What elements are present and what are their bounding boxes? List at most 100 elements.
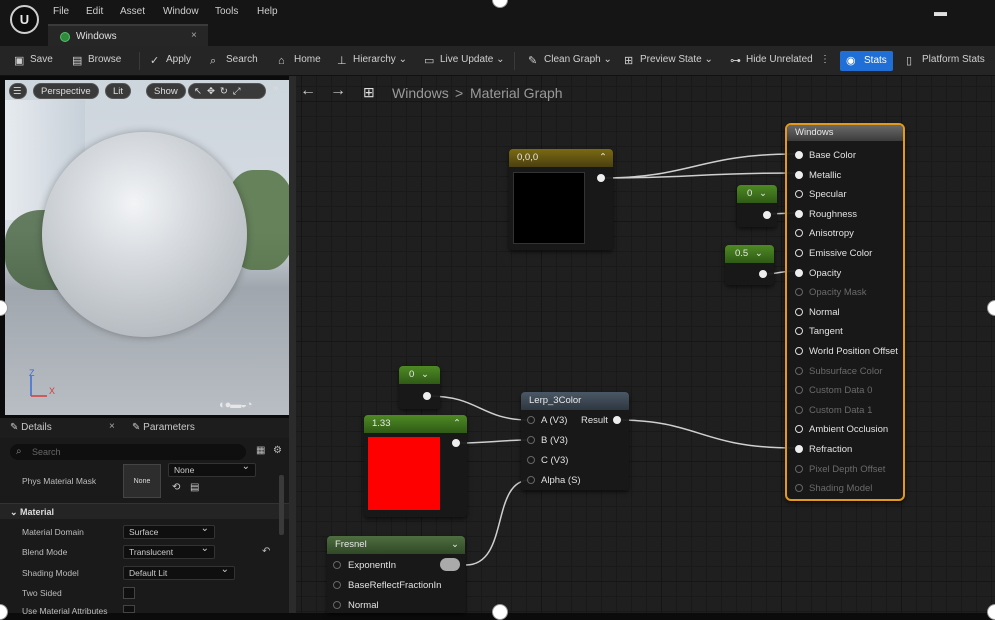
fresnel-basereflect-pin[interactable]	[333, 581, 341, 589]
tab-windows[interactable]: Windows ×	[48, 24, 208, 46]
collapse-chevron-icon[interactable]: ⌄	[451, 536, 459, 554]
reset-arrow-icon[interactable]: ⟲	[172, 482, 180, 493]
preview-viewport[interactable]: ☰ Perspective Lit Show ↖✥↻⤢ » Z X ◐●▬◒◔	[5, 80, 289, 415]
constant3vector-output-pin[interactable]	[597, 174, 605, 182]
phys-material-thumbnail[interactable]: None	[123, 464, 161, 498]
result-input-pin[interactable]	[795, 268, 803, 277]
new-window-icon[interactable]: ▬	[934, 4, 947, 19]
back-arrow-icon[interactable]: ←	[300, 82, 316, 100]
save-button[interactable]: ▣ Save	[14, 54, 53, 67]
parameters-icon: ✎	[132, 422, 144, 433]
apply-button[interactable]: ✓ Apply	[150, 54, 191, 67]
show-button[interactable]: Show	[146, 83, 186, 99]
result-input-pin[interactable]	[795, 170, 803, 179]
lerp-result-output-pin[interactable]	[613, 416, 621, 424]
lerp-input-pin-b[interactable]	[527, 436, 535, 444]
fresnel-normal-pin[interactable]	[333, 601, 341, 609]
details-tab-close[interactable]: ×	[109, 421, 115, 432]
splitter[interactable]	[289, 76, 296, 613]
material-section-header[interactable]: ⌄ Material	[0, 503, 289, 519]
material-domain-combo[interactable]: Surface	[123, 523, 215, 539]
lerp-input-pin-c[interactable]	[527, 456, 535, 464]
material-result-node[interactable]: Windows Base Color Metallic Specular Roughn…	[785, 123, 905, 501]
viewport-menu-icon[interactable]: ☰	[9, 83, 27, 99]
scalar-lerp-a-node[interactable]: 0 ⌄	[399, 366, 440, 409]
menu-window[interactable]: Window	[163, 6, 199, 17]
result-input-pin[interactable]	[795, 307, 803, 316]
result-input-pin[interactable]	[795, 425, 803, 434]
preview-state-button[interactable]: ⊞ Preview State ⌄	[624, 54, 713, 67]
more-options-icon[interactable]: ⋮	[820, 54, 830, 65]
settings-gear-icon[interactable]: ⚙	[273, 445, 282, 456]
result-input-pin[interactable]	[795, 386, 803, 395]
tab-close-button[interactable]: ×	[191, 30, 197, 41]
result-input-pin[interactable]	[795, 445, 803, 453]
menu-help[interactable]: Help	[257, 6, 278, 17]
menu-tools[interactable]: Tools	[215, 6, 238, 17]
perspective-button[interactable]: Perspective	[33, 83, 99, 99]
clean-graph-button[interactable]: ✎ Clean Graph ⌄	[528, 54, 612, 67]
use-material-attributes-checkbox[interactable]	[123, 605, 135, 613]
scalar-opacity-output-pin[interactable]	[759, 270, 767, 278]
result-input-pin[interactable]	[795, 464, 803, 473]
lerp-input-pin-a[interactable]	[527, 416, 535, 424]
fresnel-exponent-pin[interactable]	[333, 561, 341, 569]
result-input-pin[interactable]	[795, 249, 803, 257]
forward-arrow-icon[interactable]: →	[330, 82, 346, 100]
collapse-chevron-icon[interactable]: ⌃	[599, 149, 607, 167]
browse-folder-icon[interactable]: ▤	[190, 482, 199, 493]
result-input-pin[interactable]	[795, 209, 803, 218]
breadcrumb-current[interactable]: Material Graph	[470, 85, 563, 101]
platform-stats-button[interactable]: ▯ Platform Stats	[906, 54, 985, 67]
lit-button[interactable]: Lit	[105, 83, 132, 99]
red-constant-node[interactable]: 1.33 ⌃	[364, 415, 467, 517]
fresnel-node[interactable]: Fresnel ⌄ ExponentIn BaseReflectFraction…	[327, 536, 465, 613]
selection-handle-bottom[interactable]	[492, 604, 508, 620]
parameters-tab[interactable]: ✎ Parameters	[132, 422, 195, 433]
scalar-roughness-node[interactable]: 0 ⌄	[737, 185, 777, 227]
shading-model-combo[interactable]: Default Lit	[123, 564, 235, 580]
lerp-input-pin-alpha[interactable]	[527, 476, 535, 484]
result-input-pin[interactable]	[795, 288, 803, 297]
result-input-pin[interactable]	[795, 327, 803, 336]
hide-unrelated-button[interactable]: ⊶ Hide Unrelated	[730, 54, 813, 67]
unreal-logo-icon[interactable]: U	[10, 5, 39, 34]
lerp3color-node[interactable]: Lerp_3Color A (V3) B (V3) C (V3) Alpha (…	[521, 392, 629, 490]
scalar-roughness-output-pin[interactable]	[763, 211, 771, 219]
home-button[interactable]: ⌂ Home	[278, 54, 321, 67]
transform-tools[interactable]: ↖✥↻⤢	[188, 83, 266, 99]
table-view-icon[interactable]: ▦	[256, 445, 265, 456]
scalar-lerp-a-output-pin[interactable]	[423, 392, 431, 400]
result-input-pin[interactable]	[795, 190, 803, 199]
menu-edit[interactable]: Edit	[86, 6, 103, 17]
details-tab[interactable]: ✎ Details	[10, 422, 52, 433]
menu-asset[interactable]: Asset	[120, 6, 145, 17]
phys-material-combo[interactable]: None	[168, 461, 256, 477]
result-input-pin[interactable]	[795, 151, 803, 159]
result-input-pin[interactable]	[795, 484, 803, 493]
result-input-pin[interactable]	[795, 347, 803, 355]
result-input-pin[interactable]	[795, 229, 803, 238]
details-scrollbar[interactable]	[279, 475, 284, 535]
scalar-opacity-node[interactable]: 0.5 ⌄	[725, 245, 774, 285]
search-button[interactable]: ⌕ Search	[210, 54, 258, 67]
result-input-pin[interactable]	[795, 366, 803, 375]
collapse-chevron-icon[interactable]: ⌃	[453, 415, 461, 433]
selection-handle-bottom-right[interactable]	[987, 604, 995, 620]
browse-button[interactable]: ▤ Browse	[72, 54, 121, 67]
hierarchy-button[interactable]: ⊥ Hierarchy ⌄	[337, 54, 407, 67]
fresnel-output-toggle[interactable]	[440, 558, 460, 571]
constant3vector-node[interactable]: 0,0,0 ⌃	[509, 149, 613, 250]
two-sided-checkbox[interactable]	[123, 587, 135, 599]
breadcrumb-root[interactable]: Windows	[392, 85, 449, 101]
reset-default-icon[interactable]: ↶	[262, 546, 270, 557]
live-update-button[interactable]: ▭ Live Update ⌄	[424, 54, 505, 67]
blend-mode-combo[interactable]: Translucent	[123, 543, 215, 559]
red-constant-output-pin[interactable]	[452, 439, 460, 447]
details-search-input[interactable]: Search	[10, 444, 246, 460]
stats-button[interactable]: ◉ Stats	[840, 51, 893, 71]
menu-file[interactable]: File	[53, 6, 69, 17]
preview-shape-buttons[interactable]: ◐●▬◒◔	[219, 399, 253, 411]
expand-arrow-icon[interactable]: »	[273, 83, 279, 94]
result-input-pin[interactable]	[795, 405, 803, 414]
